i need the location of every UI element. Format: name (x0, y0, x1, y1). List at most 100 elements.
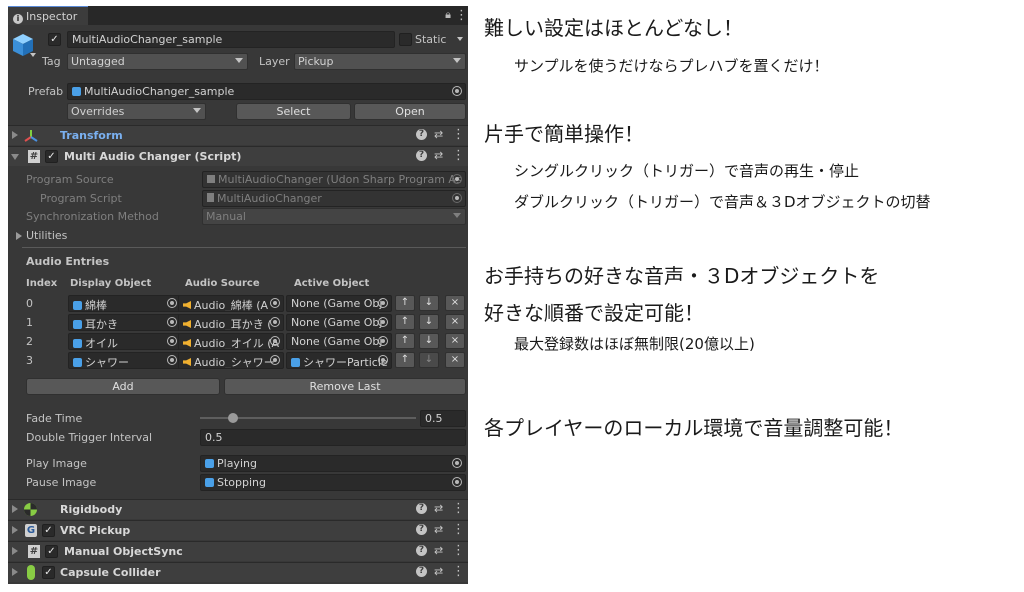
capsule-collider-enabled-checkbox[interactable]: ✓ (42, 566, 55, 579)
remove-entry-button[interactable]: × (445, 314, 465, 330)
manual-objectsync-header[interactable]: # ✓ Manual ObjectSync ? ⇄ ⋮ (8, 541, 468, 561)
note-max-entries: 最大登録数はほぼ無制限(20億以上) (514, 335, 755, 353)
object-picker-icon[interactable] (270, 336, 280, 346)
move-up-button[interactable]: ↑ (395, 314, 415, 330)
object-picker-icon[interactable] (270, 355, 280, 365)
kebab-menu-icon[interactable]: ⋮ (452, 564, 465, 579)
object-picker-icon[interactable] (452, 86, 462, 96)
audio-source-field[interactable]: Audio_綿棒 (A (178, 295, 284, 312)
kebab-menu-icon[interactable]: ⋮ (452, 148, 465, 163)
script-enabled-checkbox[interactable]: ✓ (45, 150, 58, 163)
help-icon[interactable]: ? (416, 503, 427, 514)
vrc-pickup-header[interactable]: G ✓ VRC Pickup ? ⇄ ⋮ (8, 520, 468, 540)
utilities-foldout[interactable]: Utilities (26, 229, 67, 242)
component-header-icons: ? ⇄ ⋮ (416, 543, 465, 559)
active-checkbox[interactable]: ✓ (48, 33, 61, 46)
audio-source-field[interactable]: Audio_シャワー (178, 352, 284, 369)
manual-sync-enabled-checkbox[interactable]: ✓ (45, 545, 58, 558)
prefab-field[interactable]: MultiAudioChanger_sample (67, 83, 466, 100)
active-object-field[interactable]: None (Game Obj (286, 295, 392, 312)
fade-time-field[interactable]: 0.5 (420, 410, 466, 427)
expand-triangle-icon[interactable] (12, 131, 18, 139)
object-picker-icon[interactable] (270, 298, 280, 308)
display-object-field[interactable]: シャワー (68, 352, 181, 369)
display-object-field[interactable]: 綿棒 (68, 295, 181, 312)
help-icon[interactable]: ? (416, 566, 427, 577)
fade-time-slider-knob[interactable] (227, 413, 238, 423)
settings-sliders-icon[interactable]: ⇄ (434, 502, 443, 515)
collapse-triangle-icon[interactable] (11, 154, 19, 160)
active-object-field[interactable]: シャワーParticle (286, 352, 392, 369)
help-icon[interactable]: ? (416, 150, 427, 161)
move-up-button[interactable]: ↑ (395, 352, 415, 368)
capsule-collider-header[interactable]: ✓ Capsule Collider ? ⇄ ⋮ (8, 562, 468, 582)
move-down-button[interactable]: ↓ (419, 295, 439, 311)
add-entry-button[interactable]: Add (26, 378, 220, 395)
kebab-menu-icon[interactable]: ⋮ (455, 9, 468, 22)
remove-entry-button[interactable]: × (445, 352, 465, 368)
settings-sliders-icon[interactable]: ⇄ (434, 149, 443, 162)
settings-sliders-icon[interactable]: ⇄ (434, 128, 443, 141)
help-icon[interactable]: ? (416, 524, 427, 535)
layer-dropdown[interactable]: Pickup (294, 53, 466, 70)
move-down-button[interactable]: ↓ (419, 314, 439, 330)
object-picker-icon[interactable] (378, 355, 388, 365)
display-object-field[interactable]: 耳かき (68, 314, 181, 331)
kebab-menu-icon[interactable]: ⋮ (452, 543, 465, 558)
object-picker-icon[interactable] (378, 317, 388, 327)
object-picker-icon[interactable] (378, 336, 388, 346)
remove-entry-button[interactable]: × (445, 333, 465, 349)
settings-sliders-icon[interactable]: ⇄ (434, 544, 443, 557)
lock-icon[interactable]: 🔒︎ (445, 8, 451, 22)
rigidbody-header[interactable]: Rigidbody ? ⇄ ⋮ (8, 499, 468, 519)
help-icon[interactable]: ? (416, 129, 427, 140)
utilities-expand-icon[interactable] (16, 232, 22, 240)
object-picker-icon[interactable] (270, 317, 280, 327)
select-button[interactable]: Select (236, 103, 351, 120)
audio-source-field[interactable]: Audio_耳かき ( (178, 314, 284, 331)
vrc-pickup-enabled-checkbox[interactable]: ✓ (42, 524, 55, 537)
object-picker-icon[interactable] (452, 458, 462, 468)
script-header[interactable]: # ✓ Multi Audio Changer (Script) ? ⇄ ⋮ (8, 146, 468, 166)
transform-header[interactable]: Transform ? ⇄ ⋮ (8, 125, 468, 145)
display-object-field[interactable]: オイル (68, 333, 181, 350)
expand-triangle-icon[interactable] (12, 526, 18, 534)
static-checkbox[interactable] (399, 33, 412, 46)
expand-triangle-icon[interactable] (12, 568, 18, 576)
object-picker-icon[interactable] (167, 317, 177, 327)
play-image-field[interactable]: Playing (200, 455, 466, 472)
kebab-menu-icon[interactable]: ⋮ (452, 501, 465, 516)
double-trigger-field[interactable]: 0.5 (200, 429, 466, 446)
object-picker-icon[interactable] (167, 298, 177, 308)
icon-dropdown-arrow[interactable] (30, 53, 36, 57)
move-up-button[interactable]: ↑ (395, 295, 415, 311)
display-object-value: 耳かき (85, 318, 118, 331)
expand-triangle-icon[interactable] (12, 547, 18, 555)
udon-asset-icon (207, 175, 215, 183)
object-picker-icon[interactable] (167, 355, 177, 365)
open-button[interactable]: Open (354, 103, 466, 120)
kebab-menu-icon[interactable]: ⋮ (452, 127, 465, 142)
static-dropdown-arrow[interactable] (457, 37, 463, 41)
object-name-field[interactable]: MultiAudioChanger_sample (67, 31, 395, 48)
pause-image-field[interactable]: Stopping (200, 474, 466, 491)
kebab-menu-icon[interactable]: ⋮ (452, 522, 465, 537)
tag-dropdown[interactable]: Untagged (67, 53, 248, 70)
remove-last-button[interactable]: Remove Last (224, 378, 466, 395)
audio-source-field[interactable]: Audio_オイル (A (178, 333, 284, 350)
active-object-field[interactable]: None (Game Obj (286, 314, 392, 331)
active-object-field[interactable]: None (Game Obj (286, 333, 392, 350)
object-picker-icon[interactable] (378, 298, 388, 308)
tab-inspector[interactable]: i Inspector (8, 6, 88, 25)
object-picker-icon[interactable] (167, 336, 177, 346)
overrides-dropdown[interactable]: Overrides (67, 103, 206, 120)
move-down-button[interactable]: ↓ (419, 333, 439, 349)
rigidbody-icon (24, 503, 37, 516)
object-picker-icon[interactable] (452, 477, 462, 487)
settings-sliders-icon[interactable]: ⇄ (434, 565, 443, 578)
remove-entry-button[interactable]: × (445, 295, 465, 311)
settings-sliders-icon[interactable]: ⇄ (434, 523, 443, 536)
help-icon[interactable]: ? (416, 545, 427, 556)
expand-triangle-icon[interactable] (12, 505, 18, 513)
move-up-button[interactable]: ↑ (395, 333, 415, 349)
